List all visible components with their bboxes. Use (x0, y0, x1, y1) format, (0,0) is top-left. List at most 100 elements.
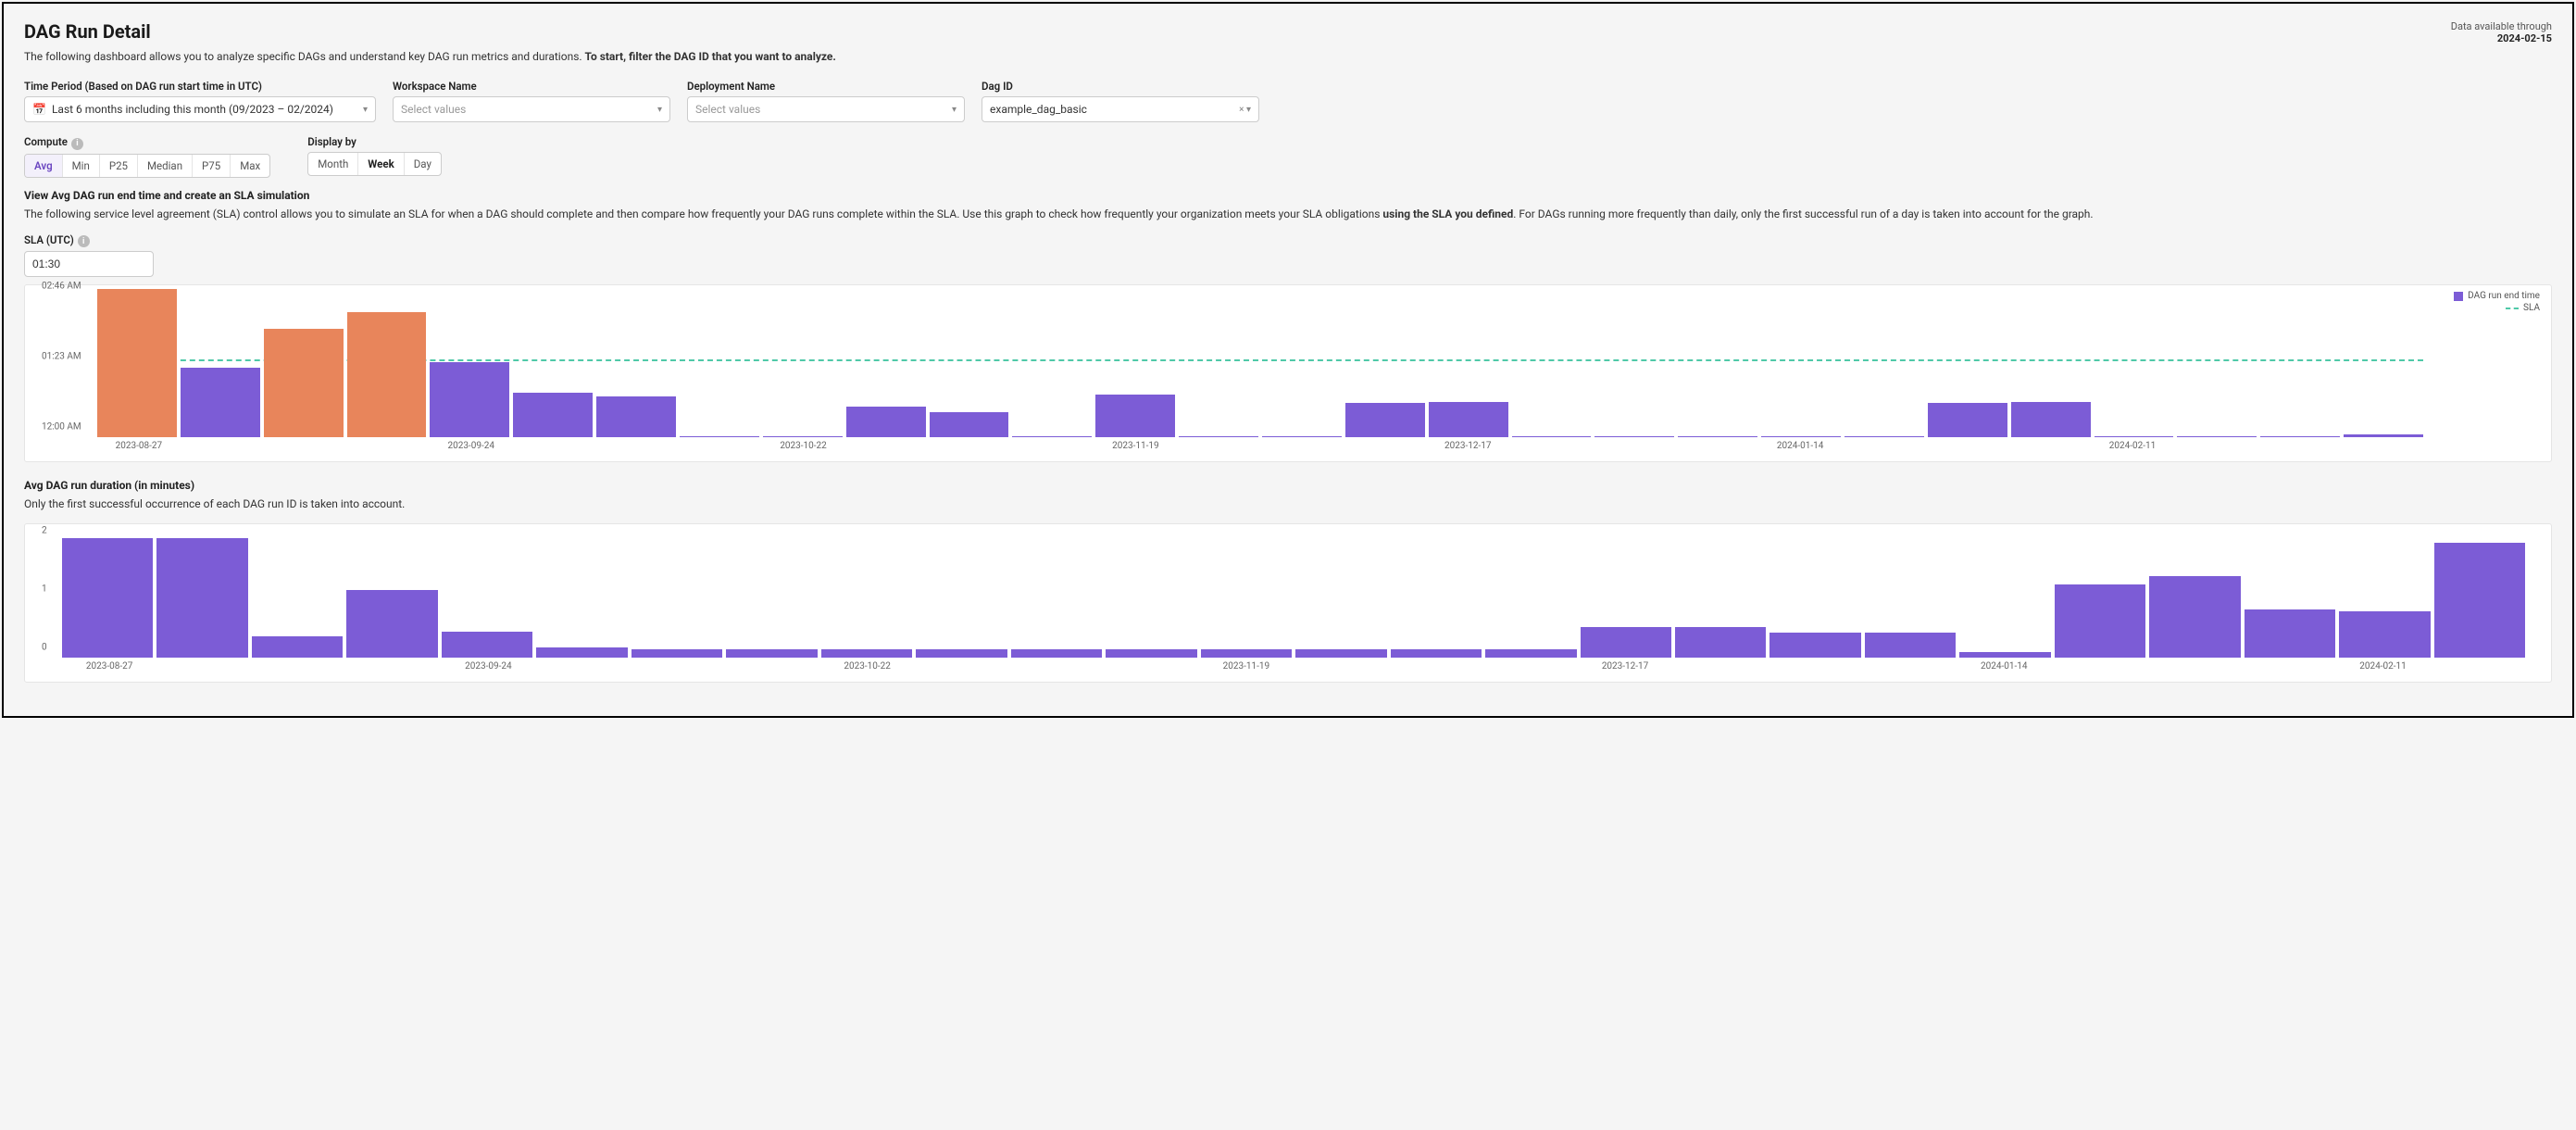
compute-opt-p75[interactable]: P75 (193, 155, 231, 177)
deployment-select[interactable]: Select values ▾ (687, 96, 965, 122)
duration-bar[interactable] (916, 649, 1007, 658)
compute-opt-median[interactable]: Median (138, 155, 193, 177)
duration-bar[interactable] (156, 538, 247, 658)
sla-input[interactable] (24, 251, 154, 277)
display-opt-day[interactable]: Day (405, 153, 441, 175)
end-time-bar[interactable] (2260, 436, 2340, 437)
info-icon[interactable]: i (71, 138, 83, 150)
duration-bar[interactable] (2245, 609, 2335, 658)
x-tick: 2023-09-24 (447, 441, 494, 451)
end-time-bar[interactable] (846, 407, 926, 437)
workspace-placeholder: Select values (401, 103, 466, 116)
end-time-bar[interactable] (97, 289, 177, 437)
time-period-label: Time Period (Based on DAG run start time… (24, 80, 376, 93)
end-time-bar[interactable] (680, 436, 759, 437)
compute-opt-p25[interactable]: P25 (100, 155, 138, 177)
end-time-bar[interactable] (2011, 402, 2091, 437)
time-period-select[interactable]: 📅Last 6 months including this month (09/… (24, 96, 376, 122)
compute-opt-avg[interactable]: Avg (25, 155, 63, 177)
duration-bar[interactable] (1581, 627, 1671, 658)
end-time-bar[interactable] (2095, 436, 2174, 437)
calendar-icon: 📅 (32, 103, 46, 116)
duration-bar[interactable] (1485, 649, 1576, 658)
end-time-bar[interactable] (1844, 436, 1924, 437)
duration-bar[interactable] (62, 538, 153, 658)
end-time-bar[interactable] (1678, 436, 1757, 437)
compute-opt-max[interactable]: Max (231, 155, 269, 177)
end-time-bar[interactable] (347, 312, 427, 437)
end-time-bar[interactable] (1179, 436, 1258, 437)
x-tick: 2023-12-17 (1602, 661, 1649, 672)
end-time-bar[interactable] (1512, 436, 1592, 437)
compute-toggle[interactable]: AvgMinP25MedianP75Max (24, 154, 270, 178)
data-available-date: 2024-02-15 (2451, 32, 2552, 44)
sla-section-title: View Avg DAG run end time and create an … (24, 189, 2552, 202)
end-time-bar[interactable] (2177, 436, 2257, 437)
chevron-down-icon: ▾ (657, 105, 662, 115)
duration-bar[interactable] (2149, 576, 2240, 658)
x-tick: 2024-02-11 (2109, 441, 2157, 451)
x-tick: 2023-08-27 (116, 441, 163, 451)
end-time-bar[interactable] (1761, 436, 1841, 437)
end-time-bar[interactable] (1928, 403, 2007, 437)
end-time-bar[interactable] (1345, 403, 1425, 437)
x-tick: 2024-01-14 (1981, 661, 2028, 672)
end-time-bar[interactable] (596, 396, 676, 437)
end-time-bar[interactable] (1095, 395, 1175, 437)
duration-bar[interactable] (1391, 649, 1482, 658)
workspace-select[interactable]: Select values ▾ (393, 96, 670, 122)
end-time-bar[interactable] (1012, 436, 1092, 437)
end-time-bar[interactable] (513, 393, 593, 437)
compute-label: Computei (24, 135, 270, 150)
end-time-bar[interactable] (430, 362, 509, 437)
duration-bar[interactable] (1675, 627, 1766, 658)
x-tick: 2023-11-19 (1112, 441, 1159, 451)
x-tick: 2023-08-27 (86, 661, 133, 672)
x-tick: 2024-01-14 (1777, 441, 1824, 451)
data-available: Data available through 2024-02-15 (2451, 20, 2552, 44)
end-time-bar[interactable] (264, 329, 344, 437)
duration-bar[interactable] (346, 590, 437, 658)
duration-bar[interactable] (1106, 649, 1196, 658)
info-icon[interactable]: i (78, 235, 90, 247)
duration-bar[interactable] (631, 649, 722, 658)
data-available-label: Data available through (2451, 20, 2552, 32)
duration-bar[interactable] (1959, 652, 2050, 658)
display-opt-month[interactable]: Month (308, 153, 358, 175)
duration-bar[interactable] (1865, 633, 1956, 658)
duration-bar[interactable] (2055, 584, 2145, 658)
duration-bar[interactable] (1295, 649, 1386, 658)
display-opt-week[interactable]: Week (358, 153, 404, 175)
sla-section-desc: The following service level agreement (S… (24, 206, 2552, 222)
end-time-bar[interactable] (1262, 436, 1342, 437)
dag-id-select[interactable]: example_dag_basic × ▾ (982, 96, 1259, 122)
x-tick: 2023-11-19 (1223, 661, 1270, 672)
end-time-bar[interactable] (1429, 402, 1508, 437)
compute-opt-min[interactable]: Min (63, 155, 100, 177)
page-subtitle: The following dashboard allows you to an… (24, 50, 2552, 63)
duration-bar[interactable] (536, 647, 627, 658)
duration-bar[interactable] (1769, 633, 1860, 658)
end-time-bar[interactable] (930, 412, 1009, 437)
page-title: DAG Run Detail (24, 20, 151, 43)
x-tick: 2023-10-22 (780, 441, 827, 451)
end-time-bar[interactable] (763, 436, 843, 437)
duration-bar[interactable] (821, 649, 912, 658)
duration-bar[interactable] (442, 632, 532, 658)
duration-chart: 0122023-08-272023-09-242023-10-222023-11… (24, 523, 2552, 683)
duration-bar[interactable] (252, 636, 343, 658)
display-by-toggle[interactable]: MonthWeekDay (307, 152, 442, 176)
duration-bar[interactable] (1011, 649, 1102, 658)
dag-id-value: example_dag_basic (990, 103, 1087, 116)
end-time-bar[interactable] (2344, 434, 2423, 437)
chevron-down-icon: ▾ (952, 105, 957, 115)
duration-bar[interactable] (726, 649, 817, 658)
end-time-bar[interactable] (1594, 436, 1674, 437)
display-by-label: Display by (307, 135, 442, 148)
duration-bar[interactable] (2339, 611, 2430, 658)
chevron-down-icon: × ▾ (1239, 105, 1251, 115)
duration-bar[interactable] (2434, 543, 2525, 658)
deployment-label: Deployment Name (687, 80, 965, 93)
end-time-bar[interactable] (181, 368, 260, 437)
duration-bar[interactable] (1201, 649, 1292, 658)
